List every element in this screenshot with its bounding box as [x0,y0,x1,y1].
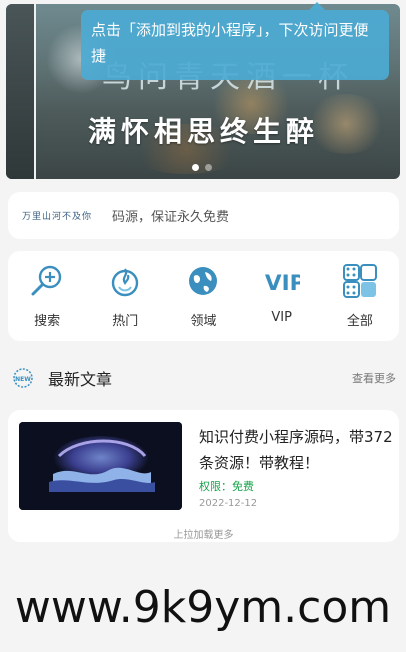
load-more-hint: 上拉加载更多 [173,530,234,541]
view-more-link[interactable]: 查看更多 [352,370,396,386]
svg-text:VIP: VIP [265,271,300,296]
carousel-dot-1[interactable] [192,164,199,171]
page: 鸟问青天酒一杯 满怀相思终生醉 点击「添加到我的小程序」，下次访问更便捷 万里山… [0,0,406,652]
svg-text:NEW: NEW [15,376,31,383]
carousel-dots [192,164,212,171]
article-permission: 权限：免费 [199,480,254,493]
quick-nav: 搜索 热门 领域 VI VIP 全部 [8,251,399,341]
nav-label-all: 全部 [346,314,373,329]
banner-calligraphy-line2: 满怀相思终生醉 [88,115,320,148]
article-title[interactable]: 知识付费小程序源码，带372条资源！带教程！ [199,424,395,476]
new-badge-icon: NEW [13,368,33,388]
previous-slide-edge [6,4,36,179]
nav-item-all[interactable]: 全部 [325,263,395,341]
section-title: 最新文章 [48,370,113,389]
carousel-dot-2[interactable] [205,164,212,171]
grid-icon [342,263,378,299]
nav-item-vip[interactable]: VIP VIP [247,263,317,341]
article-date: 2022-12-12 [199,498,258,509]
add-to-mini-program-tooltip[interactable]: 点击「添加到我的小程序」，下次访问更便捷 [81,2,389,80]
nav-label-vip: VIP [271,310,292,325]
notice-text: 码源，保证永久免费 [112,210,230,225]
notice-bar[interactable]: 万里山河不及你 码源，保证永久免费 [8,192,399,239]
vip-icon: VIP [264,263,300,299]
nav-item-domain[interactable]: 领域 [168,263,238,341]
article-card[interactable]: 知识付费小程序源码，带372条资源！带教程！ 权限：免费 2022-12-12 … [8,410,399,542]
fire-icon [107,263,143,299]
article-thumbnail [19,422,182,510]
nav-item-hot[interactable]: 热门 [90,263,160,341]
search-icon [29,263,65,299]
notice-logo: 万里山河不及你 [22,212,93,222]
nav-label-hot: 热门 [112,314,139,329]
nav-label-domain: 领域 [190,314,217,329]
globe-icon [185,263,221,299]
nav-label-search: 搜索 [34,314,61,329]
watermark-text: www.9k9ym.com [14,582,392,633]
nav-item-search[interactable]: 搜索 [12,263,82,341]
latest-articles-header: NEW 最新文章 查看更多 [8,360,399,396]
